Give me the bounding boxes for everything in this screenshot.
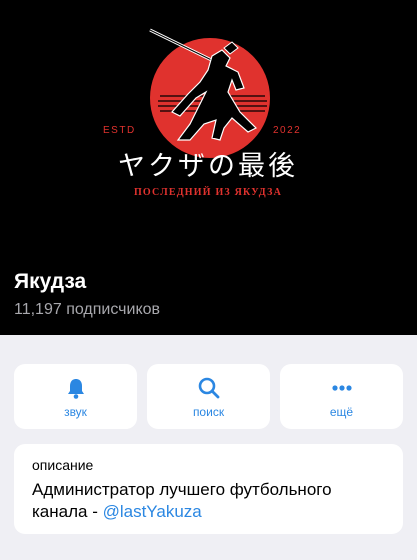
logo-japanese: ヤクザの最後 <box>118 151 298 182</box>
mute-button[interactable]: звук <box>14 364 137 429</box>
channel-header: ESTD 2022 ヤクザの最後 ПОСЛЕДНИЙ ИЗ ЯКУДЗА Яку… <box>0 0 417 335</box>
more-button[interactable]: ещё <box>280 364 403 429</box>
description-line-1: Администратор лучшего футбольного <box>32 480 332 499</box>
channel-title: Якудза <box>14 270 87 293</box>
search-icon <box>198 377 219 398</box>
description-caption: описание <box>32 457 94 473</box>
logo-subtitle: ПОСЛЕДНИЙ ИЗ ЯКУДЗА <box>134 186 282 198</box>
logo-year: 2022 <box>273 125 301 136</box>
more-icon <box>331 384 352 391</box>
search-button-label: поиск <box>192 404 225 419</box>
description-prefix: канала - <box>32 502 103 521</box>
description-card: описание Администратор лучшего футбольно… <box>14 444 403 534</box>
mention-link[interactable]: @lastYakuza <box>103 502 202 521</box>
action-bar: звук поиск ещё <box>14 364 403 429</box>
mute-button-label: звук <box>64 404 87 419</box>
bell-icon <box>67 378 84 399</box>
search-button[interactable]: поиск <box>147 364 270 429</box>
channel-logo: ESTD 2022 ヤクザの最後 ПОСЛЕДНИЙ ИЗ ЯКУДЗА <box>103 28 301 198</box>
more-button-label: ещё <box>329 404 354 419</box>
subscriber-count: 11,197 подписчиков <box>14 301 161 318</box>
description-text: Администратор лучшего футбольного канала… <box>32 479 385 523</box>
logo-estd: ESTD <box>103 125 136 136</box>
